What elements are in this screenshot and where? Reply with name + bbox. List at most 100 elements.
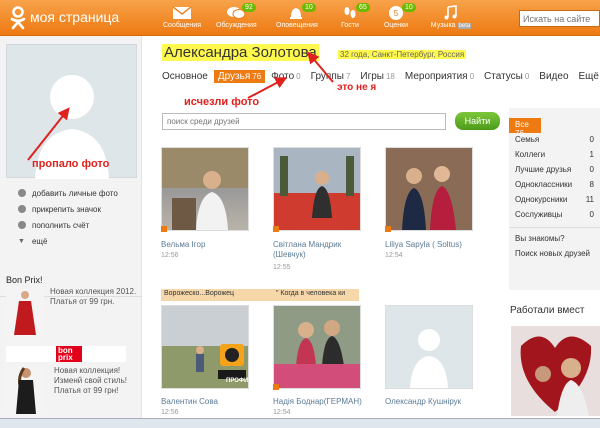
- friend-photo-placeholder[interactable]: [385, 305, 473, 389]
- ad-text-1[interactable]: Новая коллекция 2012. Платья от 99 грн.: [50, 287, 140, 307]
- nav-badge: 10: [302, 3, 316, 12]
- camera-icon: [18, 189, 26, 197]
- tab-count: 0: [469, 71, 475, 81]
- profile-name[interactable]: Александра Золотова: [162, 44, 319, 61]
- friend-photo[interactable]: [161, 305, 249, 389]
- ad-image-woman[interactable]: [6, 364, 46, 414]
- site-search-input[interactable]: [519, 10, 600, 27]
- tab-statuses[interactable]: Статусы 0: [480, 70, 533, 83]
- browser-status-bar: [0, 418, 600, 428]
- pin-icon: [18, 205, 26, 213]
- tab-label: Мероприятия: [404, 70, 468, 82]
- friend-search-input[interactable]: [162, 113, 446, 130]
- nav-badge: 10: [402, 3, 416, 12]
- tab-main[interactable]: Основное: [158, 70, 212, 83]
- filter-label: Семья: [515, 135, 540, 144]
- odnoklassniki-logo-icon[interactable]: [8, 6, 28, 30]
- tab-label: Игры: [360, 70, 384, 82]
- tab-friends[interactable]: Друзья 76: [213, 69, 266, 83]
- friend-photo[interactable]: [273, 305, 361, 389]
- nav-label: Гости: [341, 22, 359, 29]
- tab-groups[interactable]: Группы 7: [307, 70, 355, 83]
- woman-image: [16, 367, 36, 414]
- friend-photo-image: [386, 148, 472, 230]
- side-item-add-photo[interactable]: добавить личные фото: [18, 185, 118, 201]
- svg-text:5: 5: [394, 9, 399, 18]
- tab-video[interactable]: Видео: [535, 70, 572, 83]
- profile-tabs: Основное Друзья 76 Фото 0 Группы 7 Игры 18 М…: [158, 67, 600, 85]
- side-item-label: добавить личные фото: [32, 188, 118, 198]
- collage-photo-image: [511, 326, 600, 416]
- friend-photo-image: [162, 148, 248, 230]
- tab-events[interactable]: Мероприятия 0: [401, 70, 478, 83]
- friend-name[interactable]: Олександр Кушнірук: [385, 397, 485, 407]
- link-do-you-know[interactable]: Вы знакомы?: [509, 232, 600, 247]
- friend-photo[interactable]: [385, 147, 473, 231]
- friend-time: 12:54: [273, 409, 291, 416]
- friend-photo-image: [162, 306, 248, 388]
- filter-count: 0: [589, 210, 594, 219]
- filter-family[interactable]: Семья 0: [509, 133, 600, 148]
- nav-guests[interactable]: 65 Гости: [330, 3, 370, 29]
- nav-badge: 65: [356, 3, 370, 12]
- find-button[interactable]: Найти: [455, 112, 500, 130]
- side-item-more[interactable]: ▼ ещё: [18, 233, 118, 249]
- side-item-label: ещё: [31, 236, 48, 246]
- side-item-top-up[interactable]: пополнить счёт: [18, 217, 118, 233]
- tab-label: Основное: [162, 70, 208, 82]
- profi-badge: ПРОФИ: [226, 378, 249, 384]
- tab-games[interactable]: Игры 18: [356, 70, 399, 83]
- friend-time: 12:54: [385, 252, 403, 259]
- friend-photo-image: [274, 148, 360, 230]
- friend-photo-image: [274, 306, 360, 388]
- tab-count: 0: [524, 71, 530, 81]
- tab-count: 0: [296, 71, 301, 81]
- nav-label: Сообщения: [163, 22, 201, 29]
- friend-name[interactable]: Світлана Мандрик (Шевчук): [273, 240, 365, 260]
- site-title[interactable]: моя страница: [30, 9, 119, 25]
- beta-badge: beta: [457, 23, 472, 29]
- annotation-photos-gone: исчезли фото: [184, 96, 260, 108]
- ad-image-dress[interactable]: [6, 287, 44, 337]
- friend-name[interactable]: Надія Боднар(ГЕРМАН): [273, 397, 373, 407]
- filter-count: 1: [589, 150, 594, 159]
- friend-status-tag[interactable]: Ворожеско...Ворожец: [161, 289, 274, 301]
- worked-together-title: Работали вмест: [510, 305, 585, 316]
- nav-messages[interactable]: Сообщения: [162, 5, 202, 29]
- friend-status-tag[interactable]: " Когда в человека ки: [273, 289, 359, 301]
- link-label: Поиск новых друзей: [515, 249, 591, 258]
- nav-discussions[interactable]: 92 Обсуждения: [216, 3, 257, 29]
- link-find-new-friends[interactable]: Поиск новых друзей: [509, 247, 600, 262]
- tab-label: Статусы: [484, 70, 523, 82]
- filter-coursemates[interactable]: Однокурсники 11: [509, 193, 600, 208]
- ad-title[interactable]: Bon Prix!: [6, 275, 43, 285]
- nav-notifications[interactable]: 10 Оповещения: [276, 3, 318, 29]
- friend-name[interactable]: Liliya Sapyla ( Soltus): [385, 240, 485, 250]
- tab-photos[interactable]: Фото 0: [267, 70, 304, 83]
- filter-colleagues[interactable]: Коллеги 1: [509, 148, 600, 163]
- nav-ratings[interactable]: 5 10 Оценки: [376, 3, 416, 29]
- side-item-attach-badge[interactable]: прикрепить значок: [18, 201, 118, 217]
- filter-label: Все: [515, 120, 529, 129]
- friend-name[interactable]: Вельма Ігор: [161, 240, 251, 250]
- filter-fellow-servicemen[interactable]: Сослуживцы 0: [509, 208, 600, 223]
- tab-more[interactable]: Ещё▾: [575, 70, 600, 83]
- bonprix-logo-text: bon prix: [56, 346, 82, 362]
- nav-music[interactable]: Музыка beta: [428, 5, 474, 29]
- bonprix-logo[interactable]: bon prix: [6, 346, 126, 362]
- friend-photo[interactable]: [273, 147, 361, 231]
- top-bar: моя страница Сообщения 92 Обсуждения 10 …: [0, 0, 600, 36]
- nav-label: Музыка: [430, 22, 456, 29]
- friend-name[interactable]: Валентин Сова: [161, 397, 251, 407]
- ad-text-2[interactable]: Новая коллекция! Изменй свой стиль! Плат…: [54, 366, 140, 396]
- friend-photo[interactable]: [161, 147, 249, 231]
- dress-image: [14, 291, 36, 335]
- filter-all[interactable]: Все 76: [509, 118, 541, 138]
- tab-label: Друзья: [217, 70, 251, 82]
- filter-best-friends[interactable]: Лучшие друзья 0: [509, 163, 600, 178]
- filter-label: Сослуживцы: [515, 210, 563, 219]
- filter-classmates[interactable]: Одноклассники 8: [509, 178, 600, 193]
- chevron-down-icon: ▼: [18, 237, 25, 245]
- filter-label: Однокурсники: [515, 195, 568, 204]
- worked-together-photo[interactable]: [511, 326, 600, 416]
